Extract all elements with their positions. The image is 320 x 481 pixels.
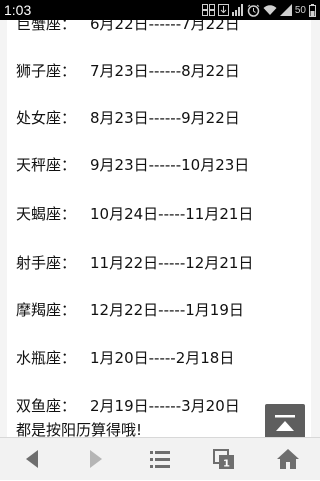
status-bar: 1:03 50 [0,0,320,20]
zodiac-row-leo: 狮子座： 7月23日------8月22日 [16,59,306,83]
wifi-icon [263,5,277,15]
alarm-icon [247,4,260,17]
web-page[interactable]: 巨蟹座： 6月22日------7月22日 狮子座： 7月23日------8月22… [0,20,320,437]
zodiac-date-range: 7月23日------8月22日 [90,62,240,80]
menu-icon [150,451,170,468]
forward-button[interactable] [64,438,128,481]
zodiac-name: 处女座： [16,109,77,127]
zodiac-name: 射手座： [16,254,77,272]
gallery-icon [201,4,215,16]
forward-arrow-icon [90,450,102,468]
windows-count: 1 [223,459,230,470]
zodiac-name: 双鱼座： [16,397,77,415]
zodiac-name: 巨蟹座： [16,20,77,33]
back-to-top-button[interactable] [265,404,305,437]
home-button[interactable] [256,438,320,481]
battery-level: 50 [294,4,306,16]
zodiac-name: 狮子座： [16,62,77,80]
zodiac-name: 天秤座： [16,156,77,174]
zodiac-row-cancer: 巨蟹座： 6月22日------7月22日 [16,20,306,36]
windows-icon: 1 [213,449,234,470]
zodiac-name: 天蝎座： [16,205,77,223]
back-button[interactable] [0,438,64,481]
browser-toolbar: 1 [0,437,320,480]
zodiac-date-range: 2月19日------3月20日 [90,397,240,415]
footer-note: 都是按阳历算得哦! [16,421,143,437]
zodiac-name: 摩羯座： [16,301,77,319]
zodiac-date-range: 10月24日-----11月21日 [90,205,254,223]
battery-icon [309,3,316,17]
home-icon [277,449,299,469]
zodiac-row-libra: 天秤座： 9月23日------10月23日 [16,153,306,177]
zodiac-date-range: 1月20日-----2月18日 [90,349,235,367]
zodiac-row-capricorn: 摩羯座： 12月22日-----1月19日 [16,298,306,322]
zodiac-date-range: 8月23日------9月22日 [90,109,240,127]
windows-button[interactable]: 1 [192,438,256,481]
back-arrow-icon [26,450,38,468]
zodiac-row-sagittarius: 射手座： 11月22日-----12月21日 [16,251,306,275]
download-icon [217,4,229,16]
article-content: 巨蟹座： 6月22日------7月22日 狮子座： 7月23日------8月22… [7,20,311,437]
status-icons: 50 [199,3,316,17]
zodiac-name: 水瓶座： [16,349,77,367]
zodiac-row-pisces: 双鱼座： 2月19日------3月20日 [16,394,306,418]
zodiac-row-virgo: 处女座： 8月23日------9月22日 [16,106,306,130]
status-time: 1:03 [4,2,32,18]
menu-button[interactable] [128,438,192,481]
zodiac-date-range: 6月22日------7月22日 [90,20,240,33]
zodiac-date-range: 9月23日------10月23日 [90,156,250,174]
zodiac-row-aquarius: 水瓶座： 1月20日-----2月18日 [16,346,306,370]
zodiac-row-scorpio: 天蝎座： 10月24日-----11月21日 [16,202,306,226]
signal-strength-icon [279,4,292,16]
zodiac-date-range: 11月22日-----12月21日 [90,254,254,272]
signal-icon [231,4,243,16]
arrow-up-to-top-icon [275,415,295,431]
zodiac-date-range: 12月22日-----1月19日 [90,301,244,319]
